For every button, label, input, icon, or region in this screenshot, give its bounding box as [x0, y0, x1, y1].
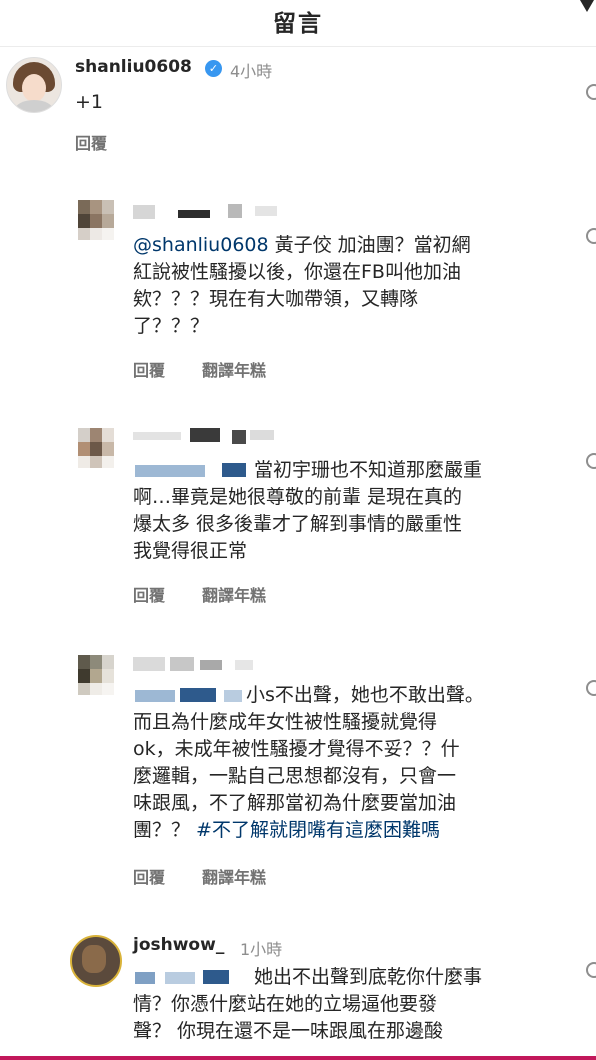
heart-icon[interactable] [586, 680, 596, 696]
comment-text: @shanliu0608 黃子佼 加油團？當初網 紅說被性騷擾以後，你還在FB叫… [133, 234, 471, 337]
page-title: 留言 [273, 11, 323, 37]
bottom-divider [0, 1056, 596, 1060]
hashtag-link[interactable]: #不了解就閉嘴有這麼困難嗎 [196, 819, 440, 841]
comment-text: 當初宇珊也不知道那麼嚴重 啊…畢竟是她很尊敬的前輩 是現在真的 爆太多 很多後輩… [133, 459, 483, 562]
translate-button[interactable]: 翻譯年糕 [202, 357, 266, 381]
comment-text: 小s不出聲，她也不敢出聲。 而且為什麼成年女性被性騷擾就覺得 ok，未成年被性騷… [133, 684, 484, 841]
heart-icon[interactable] [586, 228, 596, 244]
avatar[interactable] [78, 655, 114, 695]
comment-text: 她出不出聲到底乾你什麼事 情？你憑什麼站在她的立場逼他要發 聲？ 你現在還不是一… [133, 966, 483, 1042]
avatar[interactable] [78, 200, 114, 240]
heart-icon[interactable] [586, 453, 596, 469]
avatar[interactable] [78, 428, 114, 468]
verified-badge-icon: ✓ [205, 60, 222, 77]
translate-button[interactable]: 翻譯年糕 [202, 582, 266, 606]
reply-button[interactable]: 回覆 [133, 357, 165, 381]
reply-button[interactable]: 回覆 [133, 864, 165, 888]
reply-button[interactable]: 回覆 [133, 582, 165, 606]
top-bar: 留言 [0, 0, 596, 47]
comment-username[interactable]: shanliu0608 [75, 57, 192, 77]
comment-time: 4小時 [230, 62, 273, 81]
heart-icon[interactable] [586, 962, 596, 978]
filter-icon[interactable] [580, 0, 594, 12]
avatar[interactable] [6, 57, 62, 113]
comment-time: 1小時 [240, 940, 283, 959]
reply-button[interactable]: 回覆 [75, 130, 107, 154]
avatar[interactable] [70, 935, 122, 987]
comment-text: +1 [75, 91, 104, 113]
translate-button[interactable]: 翻譯年糕 [202, 864, 266, 888]
heart-icon[interactable] [586, 84, 596, 100]
comment-username[interactable]: joshwow_ [133, 935, 224, 955]
mention-link[interactable]: @shanliu0608 [133, 234, 269, 256]
